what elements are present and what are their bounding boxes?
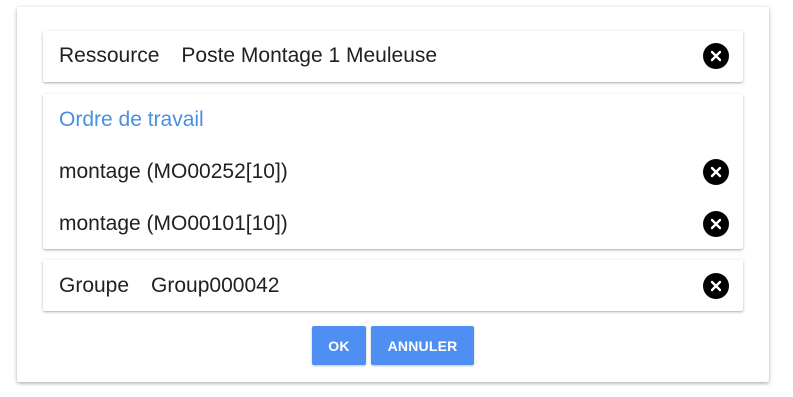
- groupe-row: Groupe Group000042: [43, 266, 743, 306]
- close-icon: [710, 280, 722, 292]
- cancel-button[interactable]: ANNULER: [371, 326, 474, 365]
- ordre-item-clear-button[interactable]: [703, 159, 729, 185]
- ordre-item: montage (MO00252[10]): [43, 152, 743, 192]
- groupe-clear-button[interactable]: [703, 273, 729, 299]
- ressource-label: Ressource: [59, 44, 160, 67]
- ordre-item-label: montage (MO00101[10]): [59, 212, 288, 235]
- ordre-item-clear-button[interactable]: [703, 211, 729, 237]
- ordre-card: Ordre de travail montage (MO00252[10]) m…: [43, 94, 743, 249]
- groupe-value: Group000042: [151, 274, 280, 297]
- ok-button[interactable]: OK: [312, 326, 366, 365]
- close-icon: [710, 50, 722, 62]
- close-icon: [710, 166, 722, 178]
- ordre-item: montage (MO00101[10]): [43, 204, 743, 244]
- ordre-item-label: montage (MO00252[10]): [59, 160, 288, 183]
- ressource-clear-button[interactable]: [703, 43, 729, 69]
- groupe-label: Groupe: [59, 274, 130, 297]
- ressource-card: Ressource Poste Montage 1 Meuleuse: [43, 31, 743, 82]
- close-icon: [710, 218, 722, 230]
- ressource-row: Ressource Poste Montage 1 Meuleuse: [43, 36, 743, 76]
- ordre-title: Ordre de travail: [59, 108, 204, 131]
- filter-dialog: Ressource Poste Montage 1 Meuleuse Ordre…: [17, 7, 769, 382]
- groupe-card: Groupe Group000042: [43, 260, 743, 311]
- ressource-value: Poste Montage 1 Meuleuse: [181, 44, 438, 67]
